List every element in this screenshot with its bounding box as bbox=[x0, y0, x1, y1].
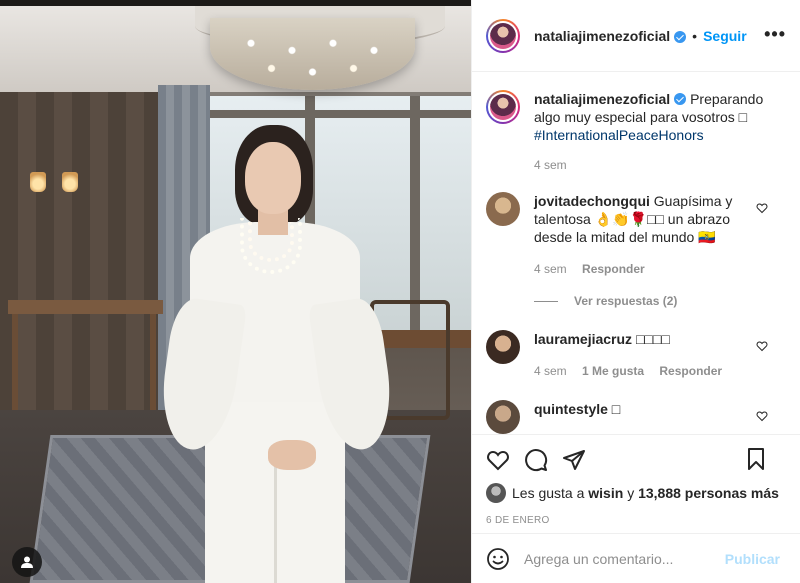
likes-summary: Les gusta a wisin y 13,888 personas más bbox=[486, 483, 786, 503]
comment-item: quintestyle □ bbox=[486, 400, 786, 434]
comment-username[interactable]: jovitadechongqui bbox=[534, 193, 650, 209]
heart-icon[interactable] bbox=[756, 410, 768, 422]
share-icon[interactable] bbox=[562, 448, 586, 472]
comment-time[interactable]: 4 sem bbox=[534, 364, 567, 378]
avatar[interactable] bbox=[486, 90, 520, 124]
caption-time[interactable]: 4 sem bbox=[534, 158, 567, 172]
post-date[interactable]: 6 DE ENERO bbox=[486, 515, 786, 526]
post-sidebar: nataliajimenezoficial • Seguir ••• natal… bbox=[471, 0, 800, 583]
user-tag-icon[interactable] bbox=[12, 547, 42, 577]
comment-item: jovitadechongqui Guapísima y talentosa 👌… bbox=[486, 192, 786, 278]
avatar[interactable] bbox=[486, 483, 506, 503]
comment-username[interactable]: quintestyle bbox=[534, 401, 608, 417]
comment-text: □□□□ bbox=[635, 331, 670, 347]
post-header: nataliajimenezoficial • Seguir ••• bbox=[472, 0, 800, 72]
separator-dot: • bbox=[692, 27, 698, 44]
heart-icon[interactable] bbox=[756, 202, 768, 214]
post-photo[interactable] bbox=[0, 0, 471, 583]
bookmark-icon[interactable] bbox=[744, 447, 768, 471]
view-replies-label: Ver respuestas (2) bbox=[574, 294, 678, 308]
liker-username[interactable]: wisin bbox=[588, 485, 623, 501]
publish-button[interactable]: Publicar bbox=[725, 551, 780, 567]
comment-likes[interactable]: 1 Me gusta bbox=[582, 364, 644, 378]
heart-icon[interactable] bbox=[486, 448, 510, 472]
more-options-icon[interactable]: ••• bbox=[764, 24, 786, 45]
emoji-icon[interactable] bbox=[486, 547, 510, 571]
likes-count-link[interactable]: 13,888 personas más bbox=[638, 485, 779, 501]
avatar[interactable] bbox=[486, 330, 520, 364]
verified-icon bbox=[674, 93, 687, 105]
follow-button[interactable]: Seguir bbox=[703, 28, 747, 44]
avatar[interactable] bbox=[486, 192, 520, 226]
verified-icon bbox=[674, 30, 687, 43]
comment-item: lauramejiacruz □□□□ 4 sem 1 Me gusta Res… bbox=[486, 330, 786, 380]
avatar[interactable] bbox=[486, 400, 520, 434]
add-comment-bar: Agrega un comentario... Publicar bbox=[472, 533, 800, 583]
hashtag-link[interactable]: #InternationalPeaceHonors bbox=[534, 127, 704, 143]
comment-icon[interactable] bbox=[524, 448, 548, 472]
comment-text: □ bbox=[611, 401, 621, 417]
header-username[interactable]: nataliajimenezoficial bbox=[534, 28, 670, 44]
comment-time[interactable]: 4 sem bbox=[534, 262, 567, 276]
reply-button[interactable]: Responder bbox=[659, 364, 722, 378]
heart-icon[interactable] bbox=[756, 340, 768, 352]
comment-username[interactable]: lauramejiacruz bbox=[534, 331, 632, 347]
comments-list[interactable]: nataliajimenezoficial Preparando algo mu… bbox=[472, 72, 800, 434]
caption: nataliajimenezoficial Preparando algo mu… bbox=[486, 90, 786, 174]
caption-box: □ bbox=[738, 109, 748, 125]
caption-username[interactable]: nataliajimenezoficial bbox=[534, 91, 670, 107]
reply-button[interactable]: Responder bbox=[582, 262, 645, 276]
post-actions: Les gusta a wisin y 13,888 personas más … bbox=[472, 434, 800, 526]
avatar[interactable] bbox=[486, 18, 520, 53]
view-replies-button[interactable]: Ver respuestas (2) bbox=[534, 294, 786, 308]
comment-input[interactable]: Agrega un comentario... bbox=[524, 551, 725, 567]
